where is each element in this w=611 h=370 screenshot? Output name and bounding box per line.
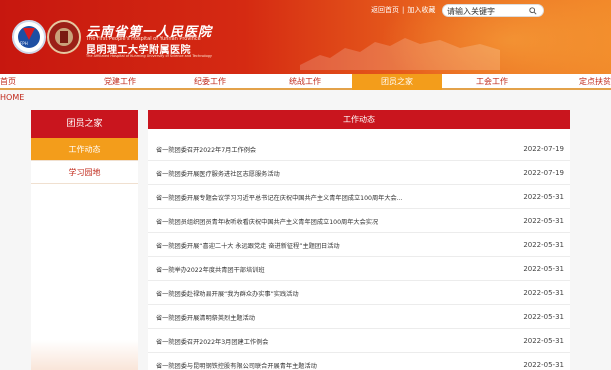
news-title[interactable]: 省一院团委开展“喜迎二十大 永远跟党走 奋进新征程”主题团日活动: [156, 241, 340, 250]
news-title[interactable]: 省一院团委开展清明祭英烈主题活动: [156, 313, 255, 322]
news-title[interactable]: 省一院团员组织团员青年收听收看庆祝中国共产主义青年团成立100周年大会实况: [156, 217, 378, 226]
nav-item-poverty[interactable]: 定点扶贫: [563, 74, 611, 90]
top-links: 返回首页 | 加入收藏: [371, 5, 435, 15]
news-date: 2022-05-31: [523, 313, 564, 321]
list-item[interactable]: 省一院团委开展清明祭英烈主题活动 2022-05-31: [148, 305, 570, 329]
search-icon[interactable]: [529, 7, 537, 15]
news-title[interactable]: 省一院团委与昆明钢铁控股有限公司联合开展青年主题活动: [156, 361, 317, 370]
news-title[interactable]: 省一院团委赴禄劝县开展“我为群众办实事”实践活动: [156, 289, 299, 298]
news-title[interactable]: 省一院团委召开2022年7月工作例会: [156, 145, 256, 154]
list-item[interactable]: 省一院团委与昆明钢铁控股有限公司联合开展青年主题活动 2022-05-31: [148, 353, 570, 370]
news-panel: 工作动态 省一院团委召开2022年7月工作例会 2022-07-19 省一院团委开…: [148, 110, 570, 370]
news-title[interactable]: 省一院团委召开2022年3月团建工作例会: [156, 337, 269, 346]
sidebar-item-work-news[interactable]: 工作动态: [31, 138, 138, 161]
site-header: FPH 云南省第一人民医院 The First People's Hospita…: [0, 0, 611, 74]
main-nav: 首页HOME 党建工作 纪委工作 统战工作 团员之家 工会工作 定点扶贫: [0, 74, 611, 102]
hospital-logo[interactable]: FPH: [12, 20, 46, 54]
list-item[interactable]: 省一院团员组织团员青年收听收看庆祝中国共产主义青年团成立100周年大会实况 202…: [148, 209, 570, 233]
news-title[interactable]: 省一院举办2022年度共青团干部培训班: [156, 265, 265, 274]
list-item[interactable]: 省一院团委开展医疗服务进社区志愿服务活动 2022-07-19: [148, 161, 570, 185]
news-date: 2022-05-31: [523, 241, 564, 249]
news-date: 2022-05-31: [523, 217, 564, 225]
sidebar-item-study[interactable]: 学习园地: [31, 161, 138, 184]
news-date: 2022-05-31: [523, 337, 564, 345]
news-list: 省一院团委召开2022年7月工作例会 2022-07-19 省一院团委开展医疗服务…: [148, 137, 570, 370]
great-wall-graphic: [300, 38, 500, 70]
nav-item-united-front[interactable]: 统战工作: [280, 74, 330, 90]
news-title[interactable]: 省一院团委开展专题会议学习习近平总书记在庆祝中国共产主义青年团成立100周年大会…: [156, 193, 403, 202]
news-date: 2022-05-31: [523, 193, 564, 201]
list-item[interactable]: 省一院团委赴禄劝县开展“我为群众办实事”实践活动 2022-05-31: [148, 281, 570, 305]
list-item[interactable]: 省一院团委召开2022年7月工作例会 2022-07-19: [148, 137, 570, 161]
news-date: 2022-05-31: [523, 289, 564, 297]
search-input[interactable]: [447, 6, 527, 16]
news-date: 2022-05-31: [523, 265, 564, 273]
sidebar: 团员之家 工作动态 学习园地: [31, 110, 138, 370]
nav-item-discipline[interactable]: 纪委工作: [185, 74, 235, 90]
news-date: 2022-05-31: [523, 361, 564, 369]
news-title[interactable]: 省一院团委开展医疗服务进社区志愿服务活动: [156, 169, 280, 178]
link-separator: |: [402, 6, 405, 14]
university-emblem: [47, 20, 81, 54]
affiliation-name-en: The Affiliated Hospital of Kunming Unive…: [86, 54, 212, 58]
search-box[interactable]: [442, 4, 544, 17]
list-item[interactable]: 省一院团委召开2022年3月团建工作例会 2022-05-31: [148, 329, 570, 353]
nav-item-party[interactable]: 党建工作: [95, 74, 145, 90]
nav-item-league[interactable]: 团员之家: [352, 74, 442, 90]
nav-item-union[interactable]: 工会工作: [467, 74, 517, 90]
news-date: 2022-07-19: [523, 145, 564, 153]
panel-title: 工作动态: [148, 110, 570, 129]
sidebar-decoration: [31, 340, 138, 370]
sidebar-title: 团员之家: [31, 110, 138, 138]
news-date: 2022-07-19: [523, 169, 564, 177]
list-item[interactable]: 省一院团委开展专题会议学习习近平总书记在庆祝中国共产主义青年团成立100周年大会…: [148, 185, 570, 209]
list-item[interactable]: 省一院举办2022年度共青团干部培训班 2022-05-31: [148, 257, 570, 281]
home-link[interactable]: 返回首页: [371, 6, 399, 14]
nav-item-home[interactable]: 首页HOME: [0, 74, 40, 102]
favorite-link[interactable]: 加入收藏: [407, 6, 435, 14]
list-item[interactable]: 省一院团委开展“喜迎二十大 永远跟党走 奋进新征程”主题团日活动 2022-05-…: [148, 233, 570, 257]
